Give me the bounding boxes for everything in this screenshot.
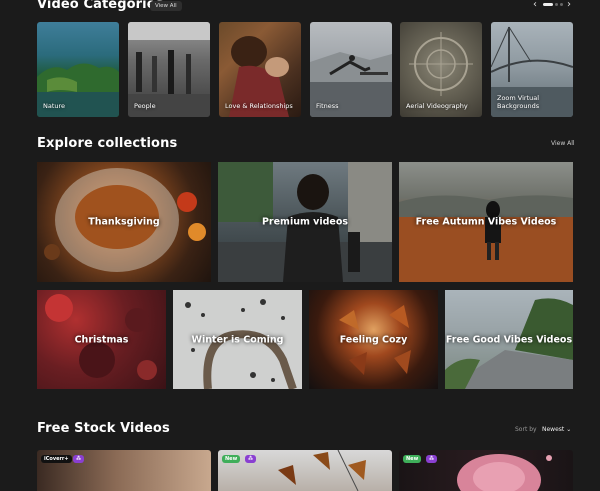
- category-card-fitness[interactable]: Fitness: [310, 22, 392, 117]
- sort-by-label: Sort by: [515, 426, 537, 433]
- category-label: Fitness: [316, 102, 339, 110]
- category-label: Zoom Virtual Backgrounds: [497, 94, 540, 110]
- sort-dropdown[interactable]: Newest ⌄: [542, 426, 571, 433]
- category-label: Nature: [43, 102, 66, 110]
- collection-label: Thanksgiving: [88, 216, 160, 228]
- collection-label: Premium videos: [261, 216, 349, 228]
- stock-video-card[interactable]: iCoverr+ ⁂: [37, 450, 211, 491]
- category-label: Love & Relationships: [225, 102, 293, 110]
- category-card-nature[interactable]: Nature: [37, 22, 119, 117]
- collection-card-feeling-cozy[interactable]: Feeling Cozy: [309, 290, 438, 389]
- collection-card-free-autumn-vibes[interactable]: Free Autumn Vibes Videos: [399, 162, 573, 282]
- collections-title: Explore collections: [37, 136, 178, 151]
- brand-badge: iCoverr+: [41, 455, 72, 463]
- category-label: People: [134, 102, 156, 110]
- category-card-zoom-backgrounds[interactable]: Zoom Virtual Backgrounds: [491, 22, 573, 117]
- premium-icon: ⁂: [245, 455, 257, 463]
- prev-arrow-icon[interactable]: ‹: [533, 0, 537, 10]
- collection-label: Christmas: [74, 334, 129, 345]
- collection-card-free-good-vibes[interactable]: Free Good Vibes Videos: [445, 290, 573, 389]
- rose-thumbnail: [457, 454, 552, 491]
- collection-card-winter-is-coming[interactable]: Winter is Coming: [173, 290, 302, 389]
- collection-label: Feeling Cozy: [339, 334, 408, 345]
- carousel-pagination[interactable]: [543, 3, 563, 6]
- collection-card-christmas[interactable]: Christmas: [37, 290, 166, 389]
- premium-icon: ⁂: [426, 455, 438, 463]
- categories-title: Video Categories: [37, 0, 164, 12]
- next-arrow-icon[interactable]: ›: [567, 0, 571, 10]
- stock-video-card[interactable]: New ⁂: [218, 450, 392, 491]
- stock-video-card[interactable]: New ⁂: [399, 450, 573, 491]
- premium-icon: ⁂: [73, 455, 85, 463]
- collection-label: Free Good Vibes Videos: [445, 334, 573, 345]
- collection-card-premium-videos[interactable]: Premium videos: [218, 162, 392, 282]
- collections-view-all-link[interactable]: View All: [551, 140, 575, 147]
- category-card-love-relationships[interactable]: Love & Relationships: [219, 22, 301, 117]
- collection-label: Free Autumn Vibes Videos: [415, 216, 557, 228]
- category-card-aerial-videography[interactable]: Aerial Videography: [400, 22, 482, 117]
- categories-view-all-button[interactable]: View All: [150, 1, 182, 11]
- new-badge: New: [403, 455, 422, 463]
- category-card-people[interactable]: People: [128, 22, 210, 117]
- stock-title: Free Stock Videos: [37, 421, 170, 436]
- leaves-thumbnail: [278, 450, 366, 491]
- collection-card-thanksgiving[interactable]: Thanksgiving: [37, 162, 211, 282]
- category-label: Aerial Videography: [406, 102, 468, 110]
- sort-value: Newest: [542, 426, 565, 433]
- collection-label: Winter is Coming: [191, 334, 284, 345]
- new-badge: New: [222, 455, 241, 463]
- chevron-down-icon: ⌄: [566, 426, 572, 433]
